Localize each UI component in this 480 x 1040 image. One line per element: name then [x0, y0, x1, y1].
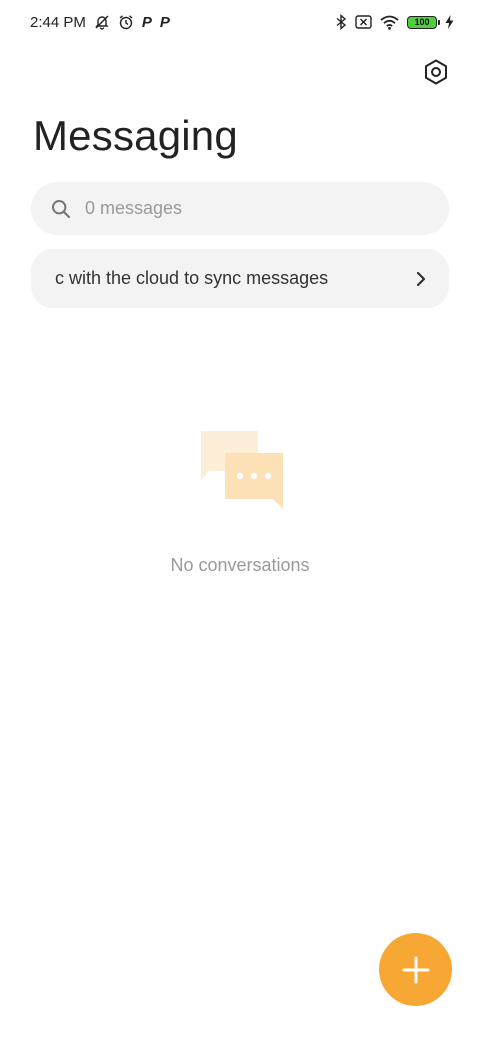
parking-app-icon: P	[141, 13, 152, 31]
empty-state: No conversations	[0, 425, 480, 576]
notifications-off-icon	[94, 13, 110, 31]
cloud-sync-banner[interactable]: c with the cloud to sync messages	[31, 249, 449, 308]
search-icon	[51, 199, 71, 219]
settings-icon	[424, 59, 448, 85]
bluetooth-icon	[335, 13, 347, 31]
alarm-icon	[118, 13, 134, 31]
new-message-button[interactable]	[379, 933, 452, 1006]
parking-app-icon: P	[159, 13, 170, 31]
conversations-icon	[195, 425, 285, 509]
search-input[interactable]	[83, 197, 407, 220]
settings-button[interactable]	[420, 56, 452, 88]
status-bar: 2:44 PM P P 100	[0, 0, 480, 44]
charging-icon	[445, 13, 454, 31]
no-sim-icon	[355, 13, 372, 31]
search-bar[interactable]	[31, 182, 449, 235]
cloud-sync-text: c with the cloud to sync messages	[55, 268, 329, 288]
chevron-right-icon	[415, 271, 427, 287]
wifi-icon	[380, 13, 399, 31]
battery-icon: 100	[407, 15, 440, 29]
plus-icon	[402, 956, 430, 984]
battery-level: 100	[414, 17, 430, 27]
empty-state-text: No conversations	[170, 555, 310, 575]
page-title: Messaging	[33, 112, 238, 159]
status-time: 2:44 PM	[30, 13, 86, 31]
status-bar-right: 100	[335, 13, 454, 31]
status-bar-left: 2:44 PM P P	[30, 13, 170, 31]
